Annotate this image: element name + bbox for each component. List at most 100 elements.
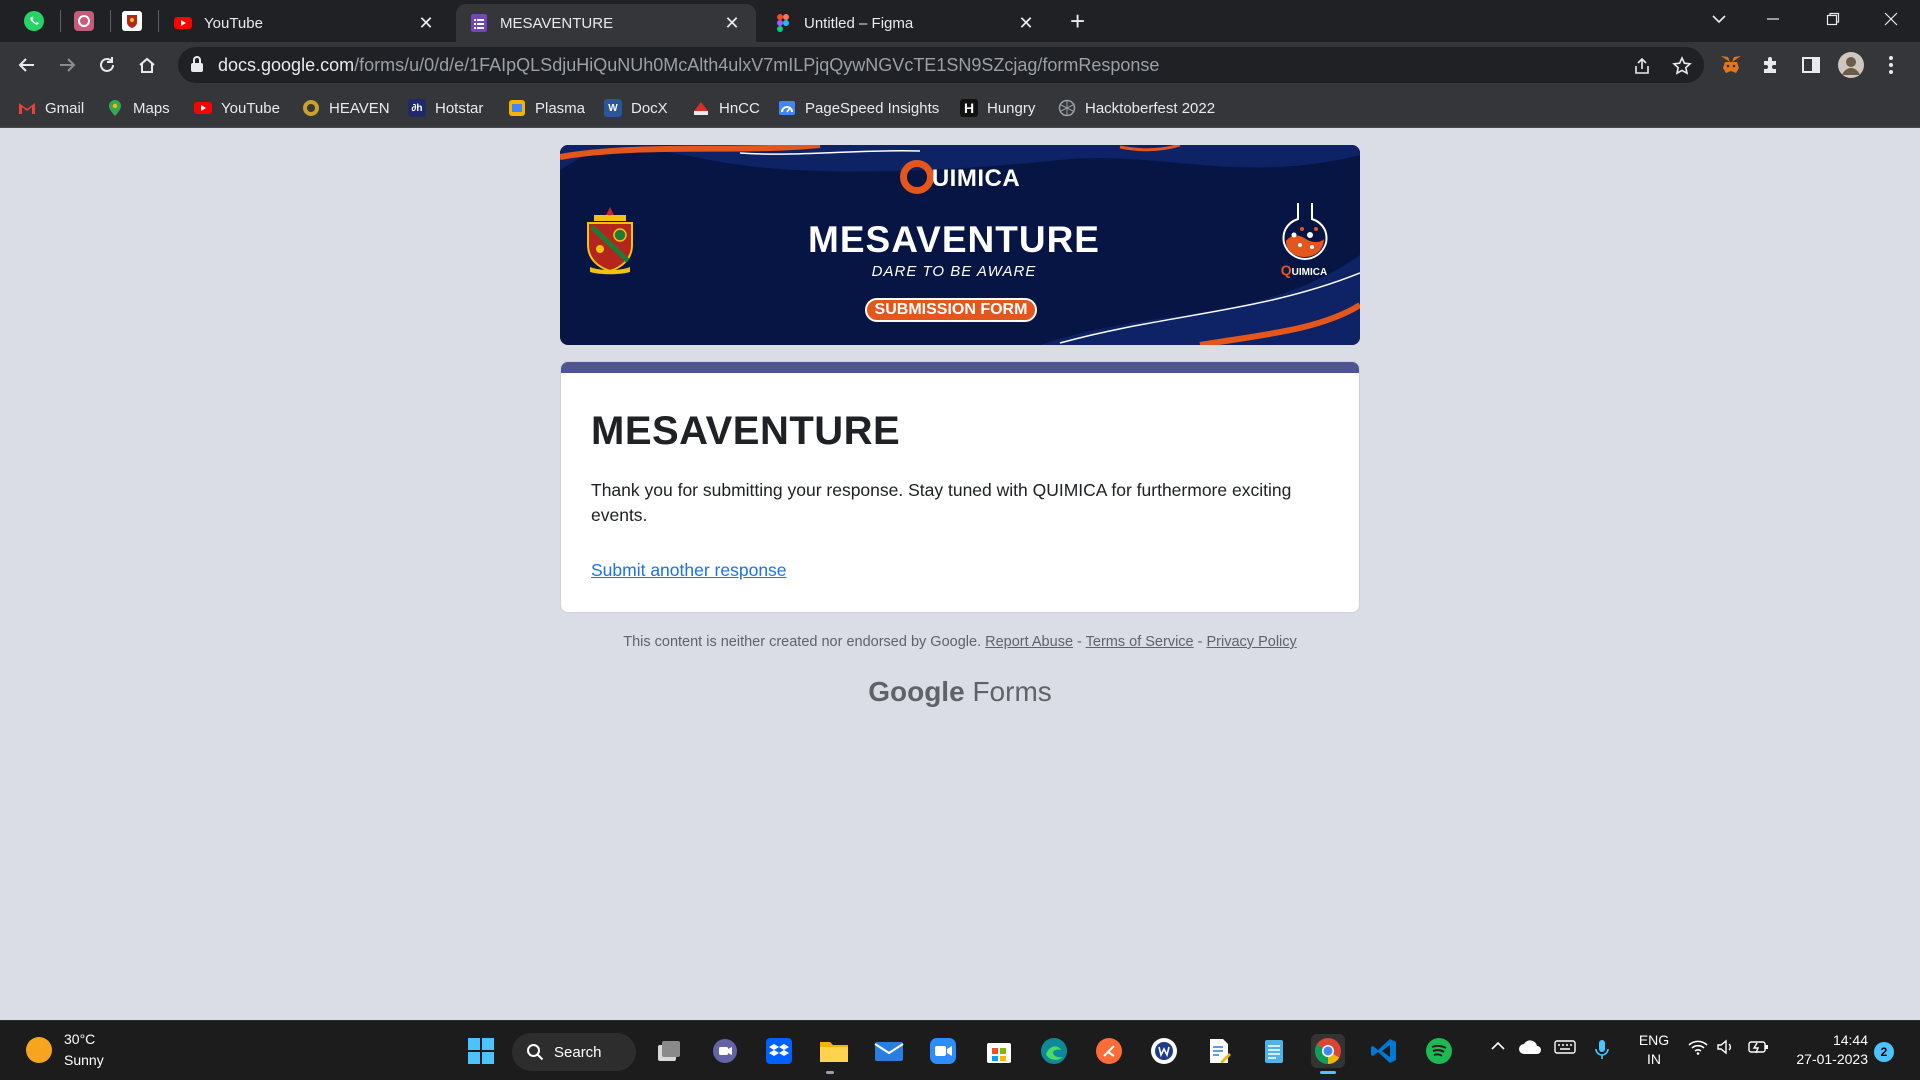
battery-button[interactable] (1748, 1039, 1770, 1058)
start-button[interactable] (464, 1034, 498, 1068)
tab-figma[interactable]: Untitled – Figma ✕ (760, 4, 1050, 42)
bookmark-hncc[interactable]: HnCC (692, 96, 760, 120)
tab-mesaventure[interactable]: MESAVENTURE ✕ (456, 4, 756, 42)
document-editor-button[interactable] (1202, 1034, 1236, 1068)
home-button[interactable] (132, 50, 162, 80)
forward-button[interactable] (52, 50, 82, 80)
terms-of-service-link[interactable]: Terms of Service (1086, 634, 1194, 650)
privacy-policy-link[interactable]: Privacy Policy (1207, 634, 1297, 650)
bookmark-youtube[interactable]: YouTube (194, 96, 280, 120)
browser-tab-bar: YouTube ✕ MESAVENTURE ✕ Untitled – Figma… (0, 0, 1920, 42)
task-view-button[interactable] (652, 1034, 686, 1068)
tab-youtube[interactable]: YouTube ✕ (160, 4, 450, 42)
weather-temperature[interactable]: 30°C (64, 1031, 95, 1047)
reload-button[interactable] (92, 50, 122, 80)
google-forms-logo[interactable]: Google Forms (560, 676, 1360, 708)
heaven-icon (303, 100, 319, 116)
minimize-button[interactable] (1750, 4, 1796, 34)
language-code: ENG (1638, 1032, 1670, 1048)
document-pen-icon (1210, 1039, 1231, 1063)
volume-button[interactable] (1716, 1039, 1736, 1058)
close-icon[interactable]: ✕ (1016, 13, 1036, 34)
app-icon (74, 11, 94, 31)
pinned-tab-app[interactable] (60, 4, 108, 38)
hotstar-icon: ∂h (408, 99, 426, 117)
app-w-button[interactable] (1147, 1034, 1181, 1068)
chrome-button[interactable] (1311, 1034, 1345, 1068)
submission-form-badge: SUBMISSION FORM (865, 298, 1037, 322)
pinned-tab-crest[interactable] (108, 4, 156, 38)
onedrive-button[interactable] (1518, 1039, 1542, 1058)
microsoft-store-button[interactable] (982, 1034, 1016, 1068)
input-language-indicator[interactable]: ENG IN (1636, 1031, 1672, 1069)
back-button[interactable] (12, 50, 42, 80)
close-window-button[interactable] (1868, 4, 1914, 34)
address-bar[interactable]: docs.google.com/forms/u/0/d/e/1FAIpQLSdj… (178, 47, 1704, 83)
crest-icon (122, 11, 142, 31)
close-icon[interactable]: ✕ (722, 13, 742, 34)
postman-button[interactable] (1092, 1034, 1126, 1068)
share-button[interactable] (1630, 54, 1654, 78)
report-abuse-link[interactable]: Report Abuse (985, 634, 1073, 650)
flask-icon (1282, 203, 1328, 261)
tab-title: Untitled – Figma (804, 14, 914, 32)
extensions-button[interactable] (1758, 52, 1784, 78)
profile-button[interactable] (1838, 52, 1864, 78)
bookmark-label: Hungry (987, 99, 1036, 117)
mail-icon (874, 1042, 904, 1061)
banner-tagline: DARE TO BE AWARE (871, 263, 1037, 280)
figma-icon (777, 14, 789, 32)
bookmark-plasma[interactable]: Plasma (508, 96, 585, 120)
lock-icon (191, 56, 203, 72)
bookmark-maps[interactable]: Maps (106, 96, 170, 120)
bookmark-gmail[interactable]: Gmail (18, 96, 84, 120)
bookmark-hotstar[interactable]: ∂h Hotstar (408, 96, 483, 120)
bookmark-heaven[interactable]: HEAVEN (302, 96, 390, 120)
bookmark-label: YouTube (221, 99, 280, 117)
share-icon (1635, 57, 1649, 74)
bookmark-star-button[interactable] (1670, 54, 1694, 78)
close-icon (1884, 12, 1898, 26)
touch-keyboard-button[interactable] (1554, 1039, 1576, 1058)
show-hidden-icons-button[interactable] (1490, 1039, 1506, 1055)
file-explorer-button[interactable] (817, 1034, 851, 1068)
spotify-icon (1426, 1038, 1452, 1064)
quimica-brand-text: UIMICA (931, 165, 1021, 192)
bookmark-docx[interactable]: W DocX (604, 96, 668, 120)
tab-search-button[interactable] (1696, 4, 1742, 34)
restore-button[interactable] (1810, 4, 1856, 34)
close-icon[interactable]: ✕ (416, 13, 436, 34)
bookmark-hungry[interactable]: H Hungry (960, 96, 1035, 120)
pinned-tab-whatsapp[interactable] (10, 4, 58, 38)
microphone-button[interactable] (1594, 1039, 1610, 1064)
mail-button[interactable] (872, 1034, 906, 1068)
chevron-up-icon (1491, 1041, 1505, 1050)
new-tab-button[interactable]: + (1070, 6, 1085, 37)
zoom-button[interactable] (926, 1034, 960, 1068)
wifi-icon (1688, 1040, 1708, 1055)
arrow-right-icon (60, 58, 76, 72)
bookmark-pagespeed[interactable]: PageSpeed Insights (778, 96, 939, 120)
bookmark-label: Hacktoberfest 2022 (1085, 99, 1216, 117)
sun-icon[interactable] (26, 1037, 52, 1063)
network-button[interactable] (1688, 1039, 1708, 1058)
taskbar-search-button[interactable]: Search (512, 1033, 636, 1071)
notification-count-badge[interactable]: 2 (1874, 1042, 1894, 1062)
side-panel-button[interactable] (1798, 52, 1824, 78)
bookmark-hacktoberfest[interactable]: Hacktoberfest 2022 (1058, 96, 1215, 120)
notepad-button[interactable] (1257, 1034, 1291, 1068)
chrome-menu-button[interactable] (1878, 52, 1904, 78)
url-text[interactable]: docs.google.com/forms/u/0/d/e/1FAIpQLSdj… (218, 55, 1159, 76)
teams-chat-button[interactable] (708, 1034, 742, 1068)
submit-another-response-link[interactable]: Submit another response (591, 560, 787, 581)
zoom-icon (930, 1038, 956, 1064)
search-icon (527, 1044, 544, 1061)
dropbox-button[interactable] (762, 1034, 796, 1068)
vscode-button[interactable] (1367, 1034, 1401, 1068)
spotify-button[interactable] (1422, 1034, 1456, 1068)
weather-condition[interactable]: Sunny (64, 1052, 104, 1068)
youtube-icon (194, 102, 212, 114)
taskbar-clock[interactable]: 14:44 27-01-2023 (1790, 1031, 1868, 1069)
metamask-extension[interactable] (1718, 52, 1744, 78)
edge-button[interactable] (1037, 1034, 1071, 1068)
